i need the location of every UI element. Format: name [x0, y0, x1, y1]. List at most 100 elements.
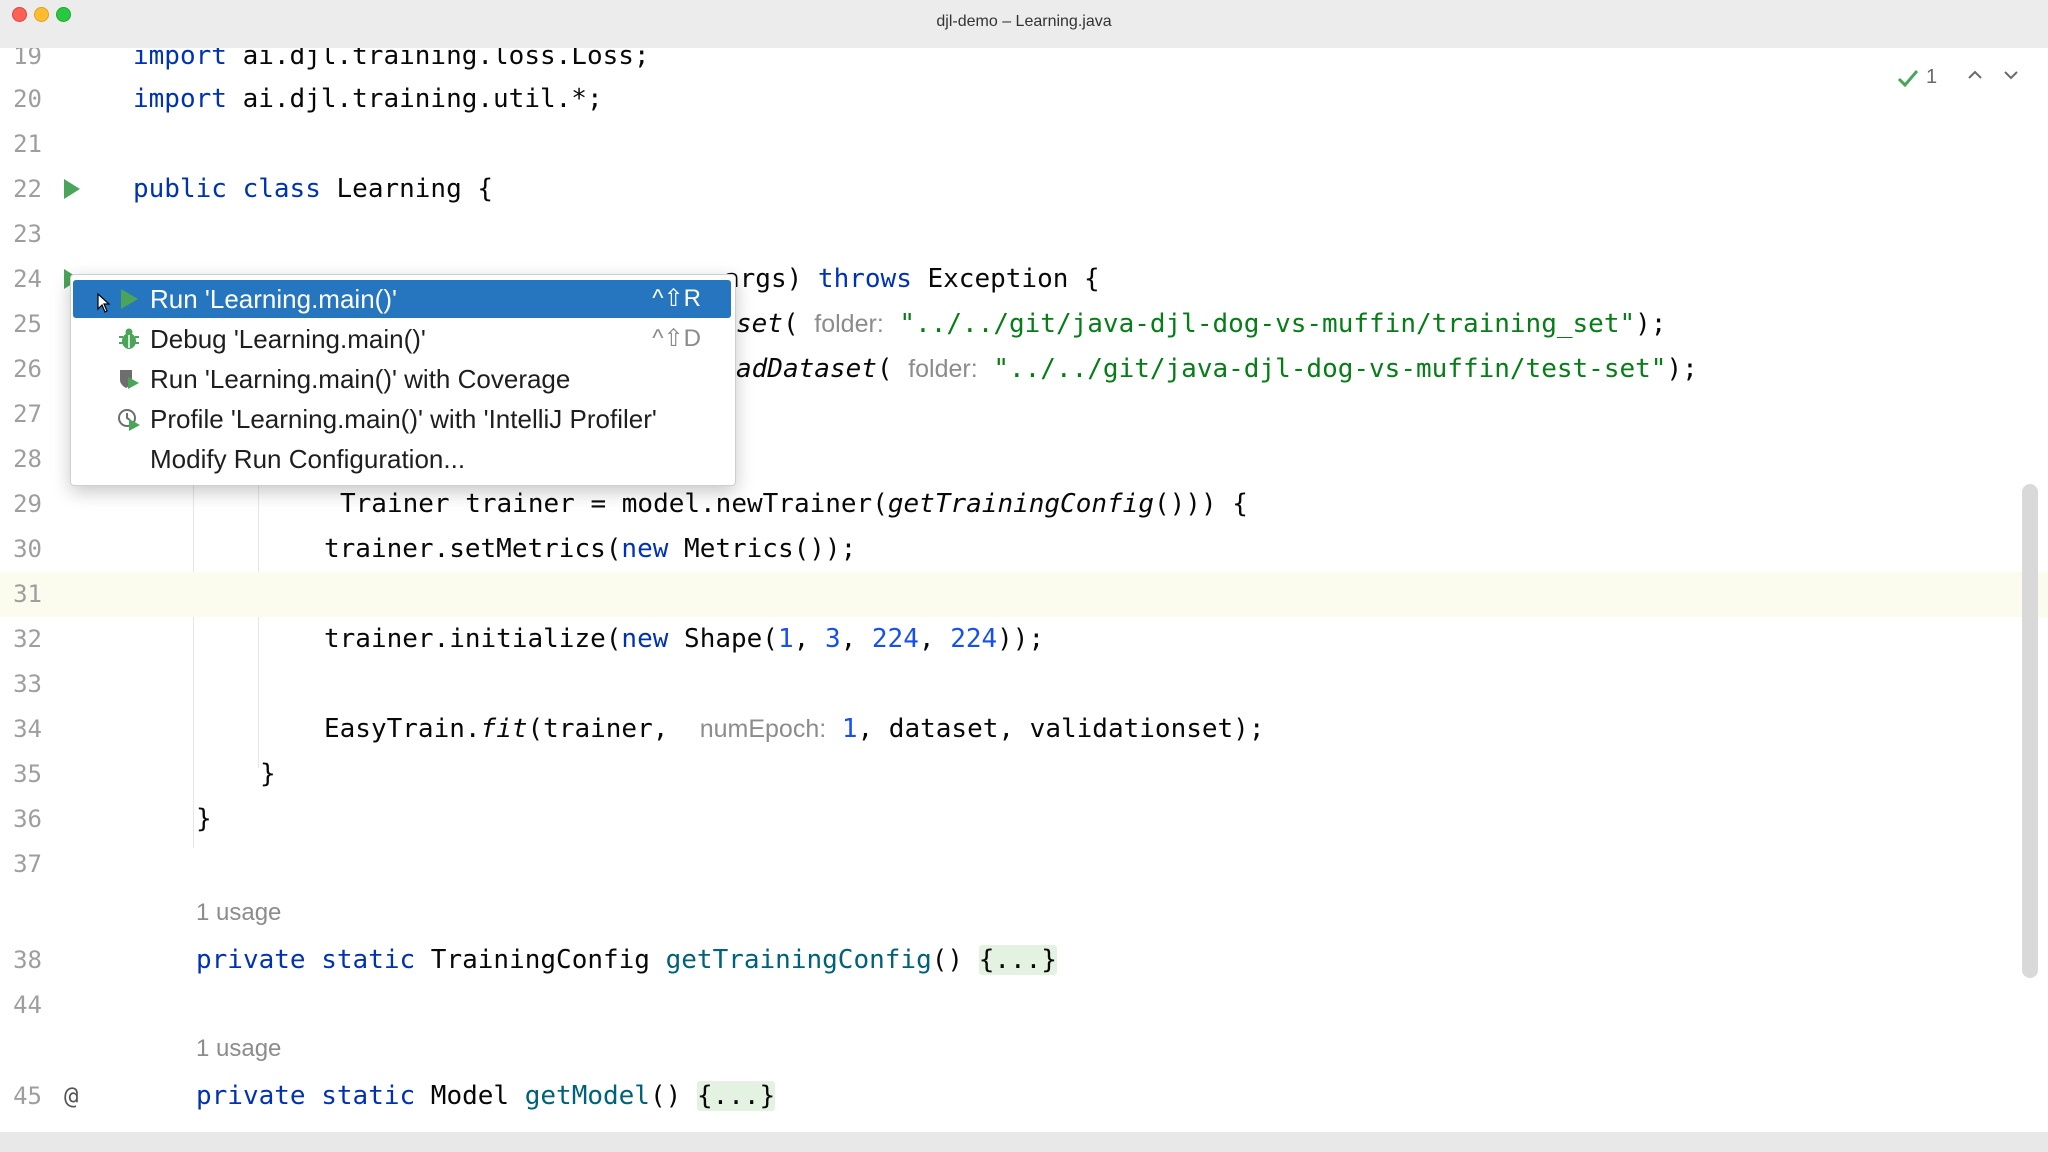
menu-item-label: Run 'Learning.main()' [150, 284, 397, 314]
editor-bottom-bar [0, 1132, 2048, 1152]
keyword: static [321, 945, 416, 975]
code-text: import ai.djl.training.util.*; [133, 77, 603, 122]
ide-window: djl-demo – Learning.java 19 import ai.dj… [0, 0, 2048, 1152]
method-call: set [736, 309, 783, 339]
menu-item-label: Modify Run Configuration... [150, 444, 466, 474]
keyword: private [196, 945, 306, 975]
next-highlight-chevron-down-icon[interactable] [2000, 64, 2022, 92]
code-text: adDataset( folder: "../../git/java-djl-d… [736, 347, 1698, 392]
code-editor[interactable]: 19 import ai.djl.training.loss.Loss; 20 … [0, 48, 2048, 1132]
code-fragment: Metrics()); [668, 534, 857, 564]
code-line-36: 36 } [0, 797, 2048, 842]
code-fragment: (trainer, [527, 714, 685, 744]
keyword: new [621, 534, 669, 564]
line-number: 20 [13, 85, 42, 113]
coverage-shield-icon [117, 367, 141, 391]
code-fragment: ( [782, 309, 799, 339]
string-literal: "../../git/java-djl-dog-vs-muffin/traini… [899, 309, 1636, 339]
line-number: 30 [13, 535, 42, 563]
inspection-count: 1 [1926, 66, 1938, 88]
code-fragment: () [931, 945, 979, 975]
line-number: 19 [13, 48, 42, 70]
inspection-widget[interactable]: 1 [1896, 64, 2026, 94]
line-number: 21 [13, 130, 42, 158]
code-line-34: 34 EasyTrain.fit(trainer, numEpoch: 1, d… [0, 707, 2048, 752]
code-line-23: 23 [0, 212, 2048, 257]
code-fragment: Trainer trainer = model.newTrainer( [340, 489, 888, 519]
code-fragment: ); [1666, 354, 1698, 384]
keyword-import: import [133, 48, 227, 71]
menu-item-debug[interactable]: Debug 'Learning.main()' ^⇧D [73, 320, 731, 358]
vertical-scrollbar-thumb[interactable] [2022, 484, 2038, 978]
code-line-22: 22 public class Learning { [0, 167, 2048, 212]
method-name: getModel [524, 1081, 650, 1111]
code-fragment: ( [876, 354, 893, 384]
code-line-30: 30 trainer.setMetrics(new Metrics()); [0, 527, 2048, 572]
line-number: 38 [13, 946, 42, 974]
line-number: 36 [13, 805, 42, 833]
number-literal: 1 [841, 714, 858, 744]
menu-item-label: Debug 'Learning.main()' [150, 324, 426, 354]
code-fragment: trainer.initialize( [324, 624, 622, 654]
parameter-hint: numEpoch: [699, 715, 827, 743]
code-fragment: Shape( [668, 624, 778, 654]
code-text: public class Learning { [133, 167, 493, 212]
override-marker-icon[interactable]: @ [64, 1082, 78, 1110]
menu-item-modify-run-configuration[interactable]: Modify Run Configuration... [73, 440, 731, 478]
window-title: djl-demo – Learning.java [936, 13, 1112, 30]
debug-bug-icon [117, 327, 141, 351]
method-call: adDataset [736, 354, 877, 384]
code-fragment: )); [997, 624, 1045, 654]
keyword: throws [817, 264, 912, 294]
code-text: private static Model getModel() {...} [196, 1074, 776, 1119]
line-number: 28 [13, 445, 42, 473]
code-fragment: , [793, 624, 825, 654]
run-class-gutter-icon[interactable] [64, 179, 80, 199]
run-icon [117, 287, 141, 311]
code-fragment: ())) { [1153, 489, 1248, 519]
method-call: getTrainingConfig [887, 489, 1154, 519]
code-text: set( folder: "../../git/java-djl-dog-vs-… [736, 302, 1666, 347]
usages-hint[interactable]: 1 usage [196, 895, 281, 931]
code-text: import ai.djl.training.loss.Loss; [133, 48, 650, 79]
mouse-pointer-icon [97, 289, 111, 320]
code-line-37: 37 [0, 842, 2048, 887]
type-name: TrainingConfig [415, 945, 666, 975]
previous-highlight-chevron-up-icon[interactable] [1964, 64, 1986, 92]
folded-code-block[interactable]: {...} [978, 945, 1057, 975]
keyword: public [133, 174, 227, 204]
keyword: import [133, 84, 227, 114]
line-number: 33 [13, 670, 42, 698]
menu-item-label: Run 'Learning.main()' with Coverage [150, 364, 571, 394]
line-number: 31 [13, 580, 42, 608]
method-name: getTrainingConfig [665, 945, 932, 975]
code-line-33: 33 [0, 662, 2048, 707]
code-fragment: () [649, 1081, 697, 1111]
menu-item-run[interactable]: Run 'Learning.main()' ^⇧R [73, 280, 731, 318]
menu-item-run-with-coverage[interactable]: Run 'Learning.main()' with Coverage [73, 360, 731, 398]
usages-hint[interactable]: 1 usage [196, 1031, 281, 1067]
keyword: class [242, 174, 321, 204]
code-fragment: , dataset, validationset); [857, 714, 1265, 744]
code-line-38: 38 private static TrainingConfig getTrai… [0, 938, 2048, 983]
code-fragment: Exception { [911, 264, 1100, 294]
line-number: 27 [13, 400, 42, 428]
code-text: private static TrainingConfig getTrainin… [196, 938, 1057, 983]
folded-code-block[interactable]: {...} [696, 1081, 776, 1111]
keyword: new [621, 624, 669, 654]
code-line-20: 20 import ai.djl.training.util.*; [0, 77, 2048, 122]
line-number: 35 [13, 760, 42, 788]
code-line-21: 21 [0, 122, 2048, 167]
menu-item-profile[interactable]: Profile 'Learning.main()' with 'IntelliJ… [73, 400, 731, 438]
keyword: static [321, 1081, 416, 1111]
code-text: EasyTrain.fit(trainer, numEpoch: 1, data… [324, 707, 1265, 752]
number-literal: 224 [950, 624, 998, 654]
line-number: 22 [13, 175, 42, 203]
code-fragment: args) [724, 264, 818, 294]
line-number: 23 [13, 220, 42, 248]
code-fragment: EasyTrain. [324, 714, 481, 744]
line-number: 32 [13, 625, 42, 653]
line-number: 45 [13, 1082, 42, 1110]
number-literal: 1 [777, 624, 794, 654]
code-text: Trainer trainer = model.newTrainer(getTr… [340, 482, 1248, 527]
